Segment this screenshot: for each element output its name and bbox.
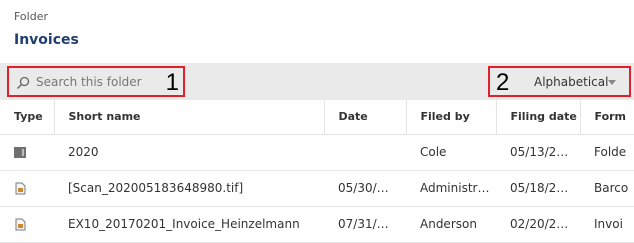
callout-1: 1 xyxy=(165,69,179,96)
row-name: [Scan_202005183648980.tif] xyxy=(54,170,324,207)
row-filed-by: Anderson xyxy=(406,206,496,243)
row-form: Folde xyxy=(580,134,634,171)
row-form: Invoi xyxy=(580,206,634,243)
row-form: Barco xyxy=(580,170,634,207)
table-row[interactable]: 2020 Cole 05/13/2… Folde xyxy=(0,134,634,171)
chevron-down-icon xyxy=(608,80,616,85)
column-header-filed-by[interactable]: Filed by xyxy=(405,100,496,135)
breadcrumb[interactable]: Folder xyxy=(14,10,48,23)
column-header-short-name[interactable]: Short name xyxy=(53,100,324,135)
column-header-filing-date[interactable]: Filing date xyxy=(495,100,580,135)
row-filed-by: Cole xyxy=(406,134,496,171)
row-name: EX10_20170201_Invoice_Heinzelmann xyxy=(54,206,324,243)
column-header-form[interactable]: Form xyxy=(579,100,634,135)
document-icon xyxy=(15,182,26,195)
documents-table: Type Short name Date Filed by Filing dat… xyxy=(0,100,634,243)
sort-dropdown[interactable]: 2 Alphabetical xyxy=(488,66,631,97)
row-filing-date: 05/13/2… xyxy=(496,134,580,171)
sort-label: Alphabetical xyxy=(534,75,609,89)
table-row[interactable]: EX10_20170201_Invoice_Heinzelmann 07/31/… xyxy=(0,206,634,243)
row-date: 07/31/… xyxy=(324,206,406,243)
folder-icon xyxy=(14,147,26,158)
row-filing-date: 05/18/2… xyxy=(496,170,580,207)
folder-toolbar: Search this folder 1 2 Alphabetical xyxy=(0,63,634,100)
search-input[interactable]: Search this folder 1 xyxy=(7,66,185,97)
document-icon xyxy=(15,218,26,231)
search-icon xyxy=(16,76,30,90)
table-header-row: Type Short name Date Filed by Filing dat… xyxy=(0,100,634,135)
row-date: 05/30/… xyxy=(324,170,406,207)
search-placeholder: Search this folder xyxy=(36,75,142,89)
callout-2: 2 xyxy=(496,69,510,96)
page-title: Invoices xyxy=(14,32,79,48)
row-name: 2020 xyxy=(54,134,324,171)
column-header-date[interactable]: Date xyxy=(323,100,406,135)
row-filed-by: Administr… xyxy=(406,170,496,207)
column-header-type[interactable]: Type xyxy=(0,100,54,135)
table-row[interactable]: [Scan_202005183648980.tif] 05/30/… Admin… xyxy=(0,170,634,207)
row-date xyxy=(324,134,406,171)
row-filing-date: 02/20/2… xyxy=(496,206,580,243)
